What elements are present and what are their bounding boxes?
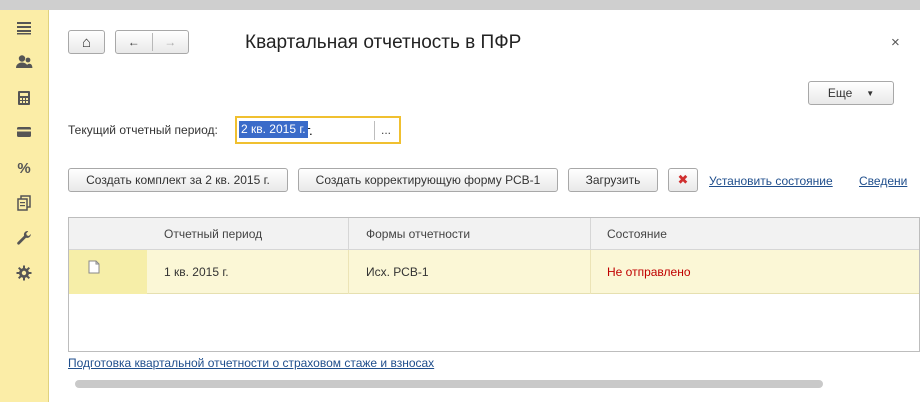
wallet-icon[interactable] bbox=[14, 122, 34, 142]
period-select-button[interactable]: ... bbox=[381, 123, 391, 137]
cell-period: 1 кв. 2015 г. bbox=[164, 265, 229, 279]
horizontal-scrollbar[interactable] bbox=[75, 380, 823, 388]
table-row[interactable]: 1 кв. 2015 г. Исх. РСВ-1 Не отправлено bbox=[69, 250, 919, 294]
more-button-label: Еще bbox=[827, 86, 853, 100]
documents-icon[interactable] bbox=[14, 193, 34, 213]
set-status-link[interactable]: Установить состояние bbox=[709, 174, 833, 188]
home-icon: ⌂ bbox=[81, 33, 92, 51]
period-label: Текущий отчетный период: bbox=[68, 123, 218, 137]
create-set-button[interactable]: Создать комплект за 2 кв. 2015 г. bbox=[68, 168, 288, 192]
create-correction-button[interactable]: Создать корректирующую форму РСВ-1 bbox=[298, 168, 558, 192]
users-icon[interactable] bbox=[14, 52, 34, 72]
table-header: Отчетный период Формы отчетности Состоян… bbox=[69, 218, 919, 250]
period-value: 2 кв. 2015 г. bbox=[239, 121, 308, 138]
column-header-status[interactable]: Состояние bbox=[607, 218, 667, 250]
footer-link[interactable]: Подготовка квартальной отчетности о стра… bbox=[68, 356, 434, 370]
home-button[interactable]: ⌂ bbox=[68, 30, 105, 54]
back-arrow-icon[interactable]: ← bbox=[116, 35, 152, 49]
document-icon bbox=[88, 260, 100, 274]
cell-divider bbox=[590, 250, 591, 294]
cell-status: Не отправлено bbox=[607, 265, 691, 279]
delete-icon: ✖ bbox=[677, 172, 689, 187]
menu-icon[interactable] bbox=[14, 18, 34, 38]
percent-icon[interactable]: % bbox=[14, 158, 34, 178]
info-link[interactable]: Сведени bbox=[859, 174, 907, 188]
column-header-period[interactable]: Отчетный период bbox=[164, 218, 262, 250]
column-divider bbox=[590, 218, 591, 250]
close-icon[interactable]: × bbox=[891, 34, 900, 51]
more-button[interactable]: Еще ▼ bbox=[808, 81, 894, 105]
column-divider bbox=[348, 218, 349, 250]
sidebar: % bbox=[0, 10, 49, 402]
page-title: Квартальная отчетность в ПФР bbox=[245, 32, 522, 53]
forward-arrow-icon[interactable]: → bbox=[152, 35, 188, 49]
wrench-icon[interactable] bbox=[14, 228, 34, 248]
row-icon-cell bbox=[69, 250, 147, 294]
period-field-divider bbox=[374, 121, 375, 140]
column-header-forms[interactable]: Формы отчетности bbox=[366, 218, 470, 250]
cell-form: Исх. РСВ-1 bbox=[366, 265, 429, 279]
gear-icon[interactable] bbox=[14, 263, 34, 283]
main-content: ⌂ ← → Квартальная отчетность в ПФР × Еще… bbox=[49, 10, 920, 402]
load-button[interactable]: Загрузить bbox=[568, 168, 658, 192]
cell-divider bbox=[348, 250, 349, 294]
delete-button[interactable]: ✖ bbox=[668, 168, 698, 192]
calculator-icon[interactable] bbox=[14, 88, 34, 108]
reports-table: Отчетный период Формы отчетности Состоян… bbox=[68, 217, 920, 352]
period-field[interactable]: 2 кв. 2015 г. ... bbox=[235, 116, 401, 144]
history-nav: ← → bbox=[115, 30, 189, 54]
window-top-bar bbox=[0, 0, 920, 10]
chevron-down-icon: ▼ bbox=[866, 88, 875, 98]
